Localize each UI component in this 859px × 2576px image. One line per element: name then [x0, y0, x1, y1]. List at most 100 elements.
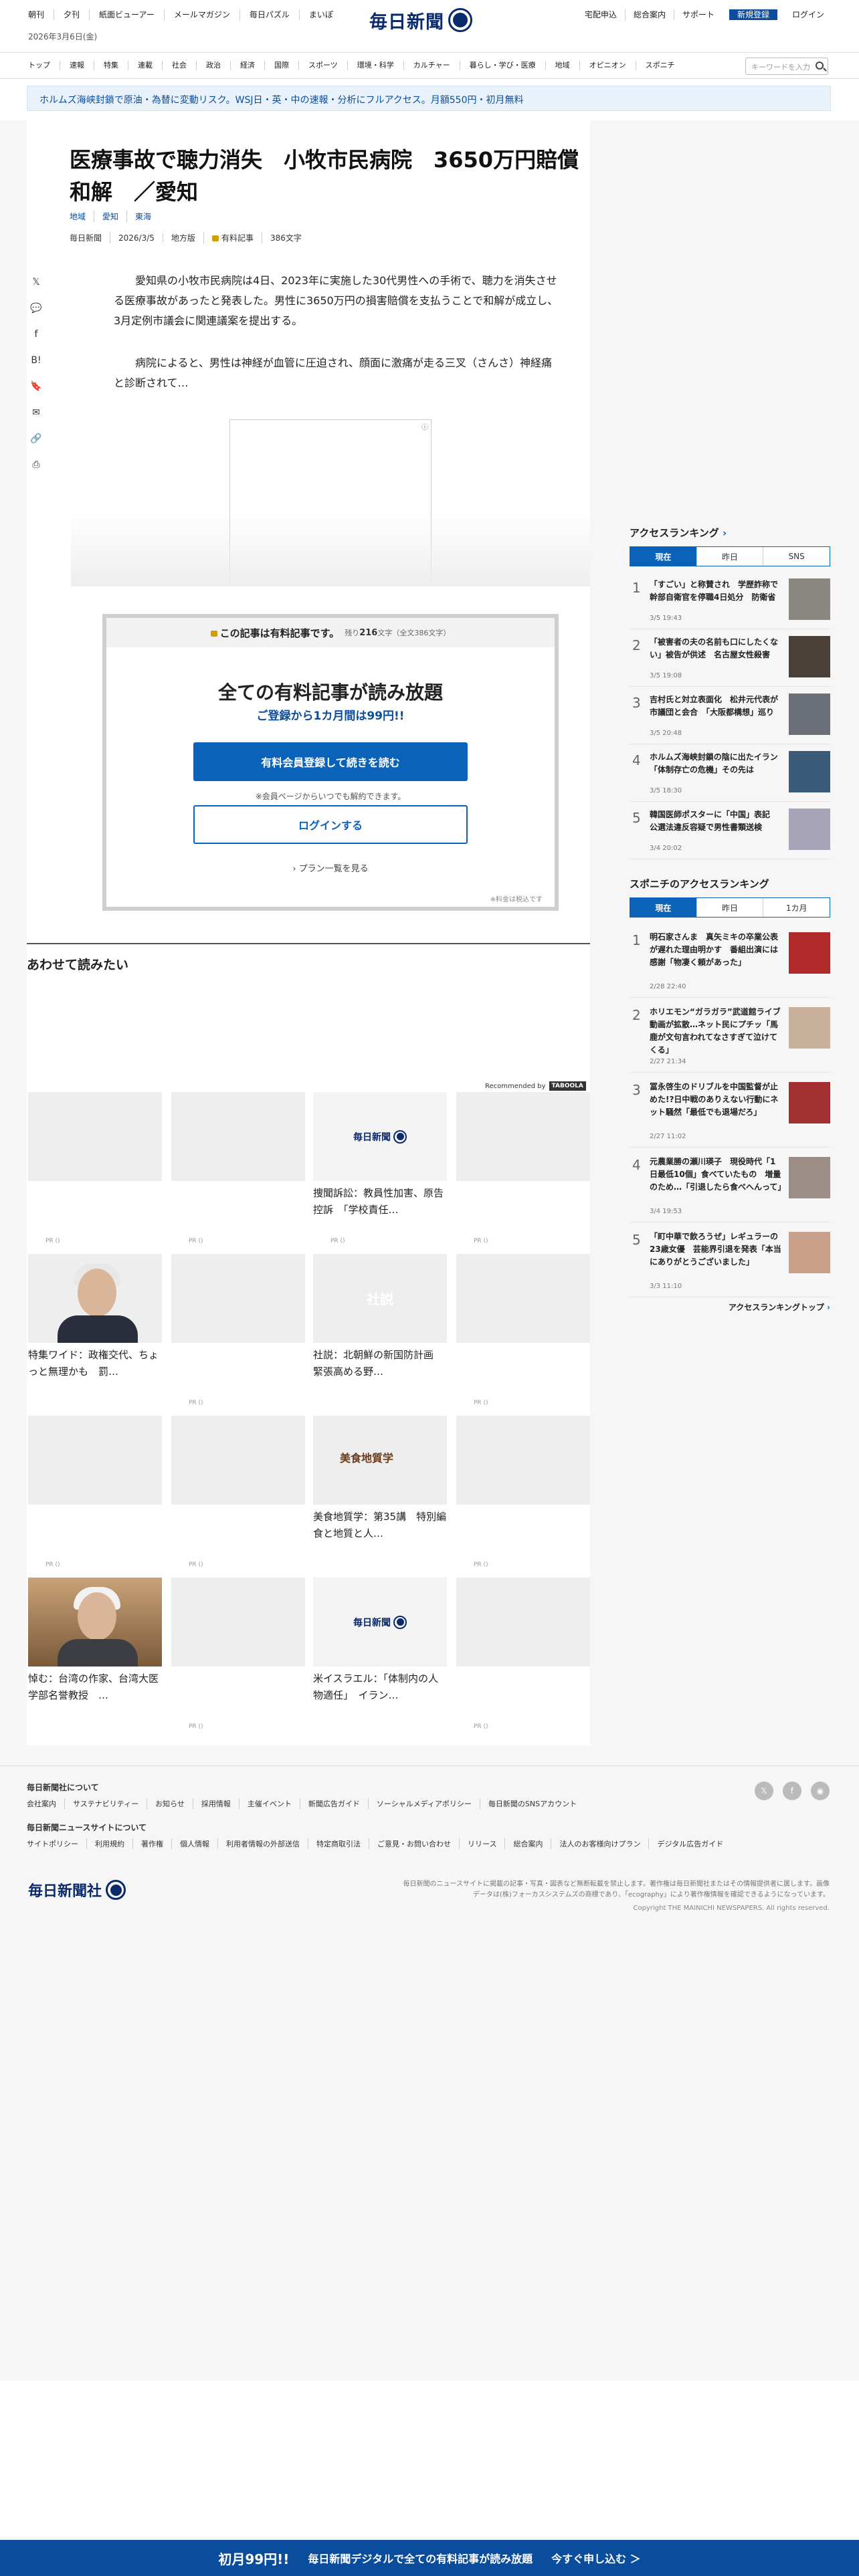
- recommend-card[interactable]: PR (): [456, 1092, 590, 1246]
- hatena-icon[interactable]: B!: [29, 354, 43, 367]
- site-logo[interactable]: 毎日新聞: [369, 5, 492, 35]
- recommend-card[interactable]: 毎日新聞 捜聞訴訟：教員性加害、原告控訴 「学校責任… PR (): [313, 1092, 447, 1246]
- footer-link[interactable]: ソーシャルメディアポリシー: [369, 1798, 480, 1809]
- tab-yesterday[interactable]: 昨日: [696, 898, 764, 917]
- cat-politics[interactable]: 政治: [197, 61, 231, 70]
- nav-viewer[interactable]: 紙面ビューアー: [90, 9, 165, 20]
- x-icon[interactable]: 𝕏: [755, 1782, 773, 1800]
- subscribe-button[interactable]: 有料会員登録して続きを読む: [193, 742, 468, 781]
- cat-world[interactable]: 国際: [265, 61, 299, 70]
- recommend-card[interactable]: 社説 社説：北朝鮮の新国防計画 緊張高める野…: [313, 1254, 447, 1408]
- nav-chokan[interactable]: 朝刊: [27, 9, 55, 20]
- bottom-promo-bar[interactable]: 初月99円!! 毎日新聞デジタルで全ての有料記事が読み放題 今すぐ申し込む ＞: [0, 2540, 859, 2576]
- x-icon[interactable]: 𝕏: [29, 276, 43, 289]
- ranking-item[interactable]: 2 「被害者の夫の名前も口にしたくない」被告が供述 名古屋女性殺害 3/5 19:0…: [630, 629, 830, 687]
- footer-link[interactable]: 総合案内: [505, 1838, 552, 1849]
- cat-region[interactable]: 地域: [546, 61, 580, 70]
- nav-puzzle[interactable]: 毎日パズル: [240, 9, 300, 20]
- footer-link[interactable]: 会社案内: [27, 1798, 65, 1809]
- footer-link[interactable]: 法人のお客様向けプラン: [551, 1838, 650, 1849]
- recommend-card[interactable]: PR (): [456, 1578, 590, 1731]
- link-delivery[interactable]: 宅配申込: [577, 9, 626, 20]
- facebook-icon[interactable]: f: [783, 1782, 801, 1800]
- recommend-card[interactable]: PR (): [171, 1578, 305, 1731]
- recommend-card[interactable]: 毎日新聞 米イスラエル：「体制内の人物適任」 イラン…: [313, 1578, 447, 1731]
- recommend-card[interactable]: PR (): [171, 1092, 305, 1246]
- ranking-top-link[interactable]: アクセスランキングトップ ›: [630, 1301, 830, 1313]
- cat-feature[interactable]: 特集: [94, 61, 128, 70]
- cat-series[interactable]: 連載: [128, 61, 163, 70]
- footer-link[interactable]: サイトポリシー: [27, 1838, 87, 1849]
- tab-now[interactable]: 現在: [630, 898, 697, 917]
- bookmark-icon[interactable]: 🔖: [29, 380, 43, 393]
- cat-society[interactable]: 社会: [163, 61, 197, 70]
- footer-link[interactable]: リリース: [460, 1838, 506, 1849]
- cat-culture[interactable]: カルチャー: [404, 61, 460, 70]
- register-button[interactable]: 新規登録: [729, 9, 777, 20]
- tab-month[interactable]: 1カ月: [763, 898, 830, 917]
- print-icon[interactable]: ⎙: [29, 458, 43, 471]
- cat-top[interactable]: トップ: [27, 61, 60, 70]
- ranking-item[interactable]: 1 「すごい」と称賛され 学歴詐称で幹部自衛官を停職4日処分 防衛省 3/5 19:…: [630, 572, 830, 629]
- recommend-card[interactable]: 特集ワイド：政権交代、ちょっと無理かも 罰…: [28, 1254, 162, 1408]
- recommended-by[interactable]: Recommended by TABOOLA: [485, 1081, 586, 1091]
- link-guide[interactable]: 総合案内: [626, 9, 674, 20]
- promo-cta[interactable]: 今すぐ申し込む ＞: [551, 2550, 641, 2566]
- sponichi-item[interactable]: 5 「町中華で飲ろうぜ」レギュラーの23歳女優 芸能界引退を発表「本当にありがとう…: [630, 1222, 830, 1297]
- nav-yukan[interactable]: 夕刊: [54, 9, 90, 20]
- nav-mail[interactable]: メールマガジン: [165, 9, 240, 20]
- cat-breaking[interactable]: 速報: [60, 61, 94, 70]
- promo-banner[interactable]: ホルムズ海峡封鎖で原油・為替に変動リスク。WSJ日・英・中の速報・分析にフルアク…: [27, 86, 831, 111]
- cat-sponichi[interactable]: スポニチ: [636, 61, 684, 70]
- footer-link[interactable]: 著作権: [133, 1838, 172, 1849]
- tab-sns[interactable]: SNS: [763, 547, 830, 566]
- nav-maipo[interactable]: まいぽ: [300, 9, 343, 20]
- footer-link[interactable]: 新聞広告ガイド: [300, 1798, 369, 1809]
- paywall-login-button[interactable]: ログインする: [193, 805, 468, 844]
- tag-tokai[interactable]: 東海: [127, 211, 159, 222]
- ranking-title[interactable]: アクセスランキング ›: [630, 526, 830, 540]
- recommend-card[interactable]: PR (): [28, 1416, 162, 1570]
- cat-life[interactable]: 暮らし・学び・医療: [460, 61, 546, 70]
- footer-link[interactable]: 採用情報: [193, 1798, 240, 1809]
- recommend-card[interactable]: 悼む：台湾の作家、台湾大医学部名誉教授 …: [28, 1578, 162, 1731]
- recommend-card[interactable]: PR (): [456, 1254, 590, 1408]
- ranking-item[interactable]: 4 ホルムズ海峡封鎖の陰に出たイラン 「体制存亡の危機」その先は 3/5 18:30: [630, 744, 830, 802]
- cat-sports[interactable]: スポーツ: [299, 61, 348, 70]
- footer-link[interactable]: 利用規約: [87, 1838, 133, 1849]
- sponichi-item[interactable]: 1 明石家さんま 真矢ミキの卒業公表が遅れた理由明かす 番組出演には感謝「物凄く頼…: [630, 923, 830, 998]
- search-input[interactable]: キーワードを入力: [745, 58, 828, 75]
- cat-economy[interactable]: 経済: [231, 61, 265, 70]
- footer-link[interactable]: お知らせ: [147, 1798, 193, 1809]
- footer-link[interactable]: デジタル広告ガイド: [649, 1838, 731, 1849]
- recommend-card[interactable]: 美食地質学 美食地質学：第35講 特別編 食と地質と人…: [313, 1416, 447, 1570]
- footer-link[interactable]: ご意見・お問い合わせ: [369, 1838, 460, 1849]
- facebook-icon[interactable]: f: [29, 328, 43, 341]
- login-link[interactable]: ログイン: [784, 9, 832, 20]
- comment-icon[interactable]: 💬: [29, 302, 43, 315]
- cat-opinion[interactable]: オピニオン: [580, 61, 636, 70]
- ranking-item[interactable]: 3 吉村氏と対立表面化 松井元代表が市議団と会合 「大阪都構想」巡り 3/5 20:…: [630, 687, 830, 744]
- sponichi-item[interactable]: 4 元農業勝の瀬川瑛子 現役時代「1日最低10個」食べていたもの 増量のため…「引…: [630, 1148, 830, 1222]
- footer-link[interactable]: 利用者情報の外部送信: [218, 1838, 308, 1849]
- recommend-card[interactable]: PR (): [456, 1416, 590, 1570]
- cat-science[interactable]: 環境・科学: [348, 61, 404, 70]
- mail-icon[interactable]: ✉: [29, 406, 43, 419]
- tag-aichi[interactable]: 愛知: [94, 211, 128, 222]
- sponichi-item[interactable]: 2 ホリエモン“ガラガラ”武道館ライブ動画が拡散…ネット民にプチッ「馬鹿が文句言わ…: [630, 998, 830, 1073]
- tab-yesterday[interactable]: 昨日: [696, 547, 764, 566]
- footer-link[interactable]: 主催イベント: [240, 1798, 300, 1809]
- ad-info-icon[interactable]: ⓘ: [421, 421, 428, 431]
- footer-link[interactable]: 毎日新聞のSNSアカウント: [480, 1798, 585, 1809]
- ranking-item[interactable]: 5 韓国医師ポスターに「中国」表記 公選法違反容疑で男性書類送検 3/4 20:02: [630, 802, 830, 859]
- footer-logo[interactable]: 毎日新聞社: [28, 1879, 126, 1901]
- tag-region[interactable]: 地域: [70, 211, 95, 222]
- rss-icon[interactable]: ◉: [811, 1782, 830, 1800]
- recommend-card[interactable]: PR (): [28, 1092, 162, 1246]
- tab-now[interactable]: 現在: [630, 547, 697, 566]
- plan-list-link[interactable]: › プラン一覧を見る: [106, 861, 555, 874]
- footer-link[interactable]: 個人情報: [172, 1838, 218, 1849]
- link-support[interactable]: サポート: [674, 9, 723, 20]
- recommend-card[interactable]: PR (): [171, 1254, 305, 1408]
- search-icon[interactable]: [816, 62, 824, 70]
